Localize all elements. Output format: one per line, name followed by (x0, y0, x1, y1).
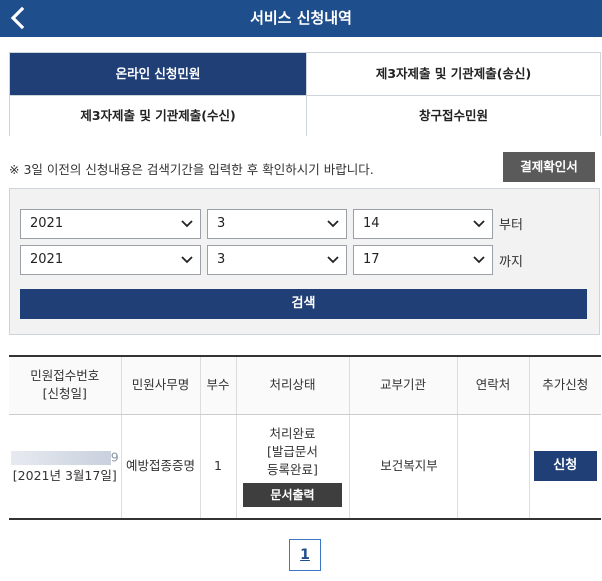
apply-date: [2021년 3월17일] (12, 467, 117, 483)
header-status: 처리상태 (236, 355, 350, 415)
from-year-select[interactable]: 2021 (20, 209, 201, 239)
receipt-number-tail: 9 (110, 449, 119, 465)
copies-cell: 1 (200, 414, 237, 520)
to-suffix-label: 까지 (499, 255, 523, 270)
tab-third-party-received[interactable]: 제3자제출 및 기관제출(수신) (10, 95, 306, 136)
header-copies: 부수 (200, 355, 237, 415)
header-receipt-number: 민원접수번호 [신청일] (9, 355, 122, 415)
pagination-page-1[interactable]: 1 (289, 539, 321, 571)
chevron-down-icon (327, 220, 339, 228)
search-period-notice: ※ 3일 이전의 신청내용은 검색기간을 입력한 후 확인하시기 바랍니다. (9, 162, 374, 177)
from-year-value: 2021 (30, 216, 64, 231)
extra-application-cell: 신청 (529, 414, 601, 520)
application-history-table: 민원접수번호 [신청일] 민원사무명 부수 처리상태 교부기관 연락처 추가신청 … (9, 355, 601, 520)
agency-cell: 보건복지부 (349, 414, 458, 520)
status-text: 처리완료 (269, 426, 316, 442)
status-detail-2: 등록완료] (267, 462, 318, 478)
category-tabs: 온라인 신청민원 제3자제출 및 기관제출(송신) 제3자제출 및 기관제출(수… (9, 52, 601, 136)
search-button[interactable]: 검색 (20, 289, 587, 319)
page-title: 서비스 신청내역 (250, 9, 352, 27)
payment-receipt-button[interactable]: 결제확인서 (503, 152, 595, 182)
chevron-down-icon (181, 256, 193, 264)
tab-online-applications[interactable]: 온라인 신청민원 (10, 53, 306, 95)
apply-button[interactable]: 신청 (533, 451, 597, 482)
header-agency: 교부기관 (349, 355, 458, 415)
to-day-select[interactable]: 17 (353, 245, 493, 275)
header-contact: 연락처 (457, 355, 530, 415)
search-panel: 2021 3 14 부터 2021 3 17 까지 검색 (9, 188, 600, 335)
app-header: 서비스 신청내역 (0, 0, 602, 37)
status-detail-1: [발급문서 (267, 444, 318, 460)
from-month-value: 3 (217, 216, 226, 231)
tab-third-party-sent[interactable]: 제3자제출 및 기관제출(송신) (306, 53, 600, 95)
status-cell: 처리완료 [발급문서 등록완료] 문서출력 (236, 414, 350, 520)
chevron-down-icon (181, 220, 193, 228)
contact-cell (457, 414, 530, 520)
to-year-value: 2021 (30, 252, 64, 267)
to-day-value: 17 (363, 252, 380, 267)
from-suffix-label: 부터 (499, 218, 523, 233)
receipt-number-cell: 9 [2021년 3월17일] (9, 414, 122, 520)
header-extra-application: 추가신청 (529, 355, 601, 415)
service-name-cell: 예방접종증명 (121, 414, 201, 520)
table-row: 9 [2021년 3월17일] 예방접종증명 1 처리완료 [발급문서 등록완료… (9, 414, 601, 520)
masked-receipt-number (10, 450, 111, 465)
to-month-select[interactable]: 3 (207, 245, 347, 275)
to-year-select[interactable]: 2021 (20, 245, 201, 275)
table-header-row: 민원접수번호 [신청일] 민원사무명 부수 처리상태 교부기관 연락처 추가신청 (9, 355, 601, 415)
header-service-name: 민원사무명 (121, 355, 201, 415)
from-day-select[interactable]: 14 (353, 209, 493, 239)
from-day-value: 14 (363, 216, 380, 231)
chevron-down-icon (473, 220, 485, 228)
tab-counter-applications[interactable]: 창구접수민원 (306, 95, 600, 136)
from-month-select[interactable]: 3 (207, 209, 347, 239)
print-document-button[interactable]: 문서출력 (243, 483, 342, 508)
chevron-down-icon (473, 256, 485, 264)
chevron-down-icon (327, 256, 339, 264)
to-month-value: 3 (217, 252, 226, 267)
